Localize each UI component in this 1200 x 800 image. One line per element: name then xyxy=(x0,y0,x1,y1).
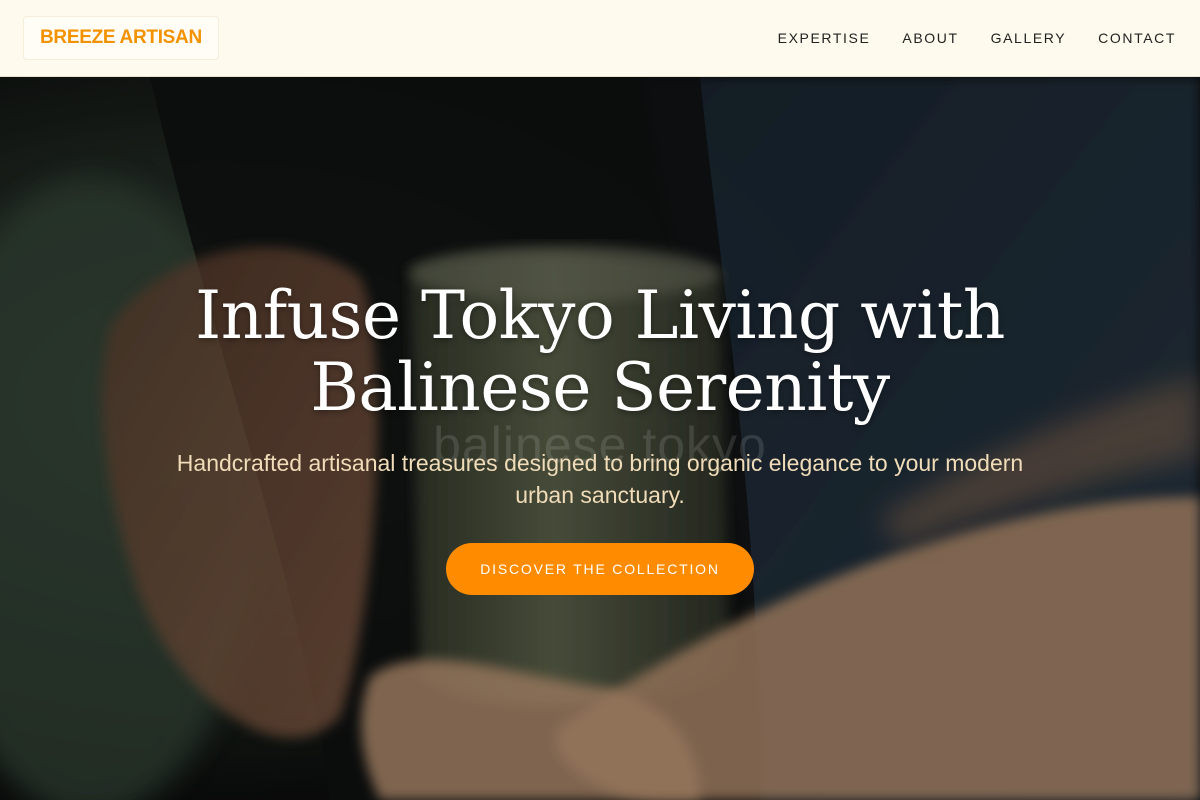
hero-section: Infuse Tokyo Living with Balinese Sereni… xyxy=(0,77,1200,800)
nav-link-gallery[interactable]: GALLERY xyxy=(991,30,1067,46)
nav-link-contact[interactable]: CONTACT xyxy=(1098,30,1176,46)
hero-title-line-2: Balinese Serenity xyxy=(310,349,890,426)
hero-subtitle: Handcrafted artisanal treasures designed… xyxy=(176,450,1024,508)
main-nav: EXPERTISE ABOUT GALLERY CONTACT xyxy=(778,30,1176,46)
nav-link-about[interactable]: ABOUT xyxy=(902,30,958,46)
hero-title: Infuse Tokyo Living with Balinese Sereni… xyxy=(100,280,1100,424)
hero-content: Infuse Tokyo Living with Balinese Sereni… xyxy=(0,77,1200,800)
brand-logo[interactable]: BREEZE ARTISAN xyxy=(24,17,218,59)
discover-collection-button[interactable]: DISCOVER THE COLLECTION xyxy=(446,543,754,595)
nav-link-expertise[interactable]: EXPERTISE xyxy=(778,30,871,46)
hero-title-line-1: Infuse Tokyo Living with xyxy=(195,277,1005,354)
site-header: BREEZE ARTISAN EXPERTISE ABOUT GALLERY C… xyxy=(0,0,1200,77)
